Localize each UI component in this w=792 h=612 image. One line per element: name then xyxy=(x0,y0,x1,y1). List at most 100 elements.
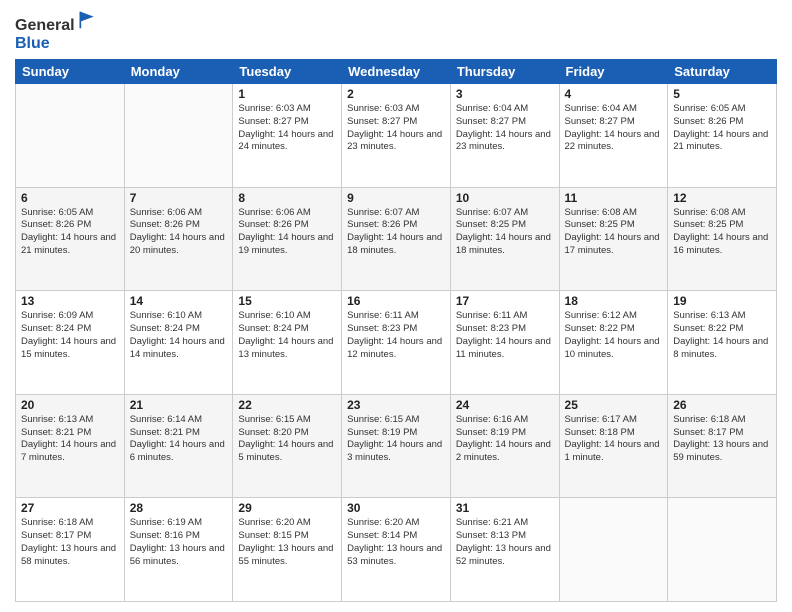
day-info: Sunrise: 6:16 AM Sunset: 8:19 PM Dayligh… xyxy=(456,414,554,465)
calendar-cell: 14Sunrise: 6:10 AM Sunset: 8:24 PM Dayli… xyxy=(124,291,233,395)
day-number: 28 xyxy=(130,501,228,515)
calendar-cell: 2 Sunrise: 6:03 AM Sunset: 8:27 PM Daylig… xyxy=(342,84,451,188)
calendar-cell: 5 Sunrise: 6:05 AM Sunset: 8:26 PM Daylig… xyxy=(668,84,777,188)
day-number: 24 xyxy=(456,398,554,412)
day-info: Sunrise: 6:11 AM Sunset: 8:23 PM Dayligh… xyxy=(347,310,445,361)
day-number: 1 xyxy=(238,87,336,101)
day-info: Sunrise: 6:05 AM Sunset: 8:26 PM Dayligh… xyxy=(21,207,119,258)
day-info: Sunrise: 6:05 AM Sunset: 8:26 PM Dayligh… xyxy=(673,103,771,154)
weekday-header-saturday: Saturday xyxy=(668,60,777,84)
day-number: 6 xyxy=(21,191,119,205)
calendar-cell: 22Sunrise: 6:15 AM Sunset: 8:20 PM Dayli… xyxy=(233,394,342,498)
day-number: 16 xyxy=(347,294,445,308)
day-number: 30 xyxy=(347,501,445,515)
day-info: Sunrise: 6:13 AM Sunset: 8:21 PM Dayligh… xyxy=(21,414,119,465)
page: General Blue SundayMondayTuesdayWednesda… xyxy=(0,0,792,612)
weekday-header-friday: Friday xyxy=(559,60,668,84)
calendar-table: SundayMondayTuesdayWednesdayThursdayFrid… xyxy=(15,59,777,602)
day-number: 9 xyxy=(347,191,445,205)
day-info: Sunrise: 6:17 AM Sunset: 8:18 PM Dayligh… xyxy=(565,414,663,465)
calendar-cell: 12Sunrise: 6:08 AM Sunset: 8:25 PM Dayli… xyxy=(668,187,777,291)
day-number: 26 xyxy=(673,398,771,412)
day-info: Sunrise: 6:06 AM Sunset: 8:26 PM Dayligh… xyxy=(238,207,336,258)
calendar-cell: 4 Sunrise: 6:04 AM Sunset: 8:27 PM Daylig… xyxy=(559,84,668,188)
day-number: 21 xyxy=(130,398,228,412)
day-number: 10 xyxy=(456,191,554,205)
day-info: Sunrise: 6:08 AM Sunset: 8:25 PM Dayligh… xyxy=(565,207,663,258)
calendar-week-row: 20 Sunrise: 6:13 AM Sunset: 8:21 PM Dayli… xyxy=(16,394,777,498)
day-info: Sunrise: 6:03 AM Sunset: 8:27 PM Dayligh… xyxy=(238,103,336,154)
calendar-cell: 27Sunrise: 6:18 AM Sunset: 8:17 PM Dayli… xyxy=(16,498,125,602)
day-info: Sunrise: 6:18 AM Sunset: 8:17 PM Dayligh… xyxy=(673,414,771,465)
calendar-week-row: 1 Sunrise: 6:03 AM Sunset: 8:27 PM Daylig… xyxy=(16,84,777,188)
logo-blue: Blue xyxy=(15,35,50,52)
day-number: 8 xyxy=(238,191,336,205)
day-number: 7 xyxy=(130,191,228,205)
calendar-cell: 25 Sunrise: 6:17 AM Sunset: 8:18 PM Dayli… xyxy=(559,394,668,498)
day-info: Sunrise: 6:06 AM Sunset: 8:26 PM Dayligh… xyxy=(130,207,228,258)
day-info: Sunrise: 6:14 AM Sunset: 8:21 PM Dayligh… xyxy=(130,414,228,465)
day-number: 2 xyxy=(347,87,445,101)
calendar-cell: 26 Sunrise: 6:18 AM Sunset: 8:17 PM Dayli… xyxy=(668,394,777,498)
calendar-cell: 23Sunrise: 6:15 AM Sunset: 8:19 PM Dayli… xyxy=(342,394,451,498)
weekday-header-sunday: Sunday xyxy=(16,60,125,84)
calendar-cell: 19 Sunrise: 6:13 AM Sunset: 8:22 PM Dayli… xyxy=(668,291,777,395)
day-info: Sunrise: 6:20 AM Sunset: 8:15 PM Dayligh… xyxy=(238,517,336,568)
day-info: Sunrise: 6:07 AM Sunset: 8:25 PM Dayligh… xyxy=(456,207,554,258)
calendar-week-row: 13 Sunrise: 6:09 AM Sunset: 8:24 PM Dayli… xyxy=(16,291,777,395)
calendar-cell: 13 Sunrise: 6:09 AM Sunset: 8:24 PM Dayli… xyxy=(16,291,125,395)
day-number: 13 xyxy=(21,294,119,308)
calendar-cell: 8 Sunrise: 6:06 AM Sunset: 8:26 PM Daylig… xyxy=(233,187,342,291)
day-number: 27 xyxy=(21,501,119,515)
calendar-cell: 29 Sunrise: 6:20 AM Sunset: 8:15 PM Dayli… xyxy=(233,498,342,602)
day-info: Sunrise: 6:21 AM Sunset: 8:13 PM Dayligh… xyxy=(456,517,554,568)
day-info: Sunrise: 6:03 AM Sunset: 8:27 PM Dayligh… xyxy=(347,103,445,154)
calendar-cell: 30Sunrise: 6:20 AM Sunset: 8:14 PM Dayli… xyxy=(342,498,451,602)
day-info: Sunrise: 6:09 AM Sunset: 8:24 PM Dayligh… xyxy=(21,310,119,361)
day-number: 31 xyxy=(456,501,554,515)
calendar-cell: 28Sunrise: 6:19 AM Sunset: 8:16 PM Dayli… xyxy=(124,498,233,602)
calendar-cell: 6 Sunrise: 6:05 AM Sunset: 8:26 PM Daylig… xyxy=(16,187,125,291)
calendar-week-row: 27Sunrise: 6:18 AM Sunset: 8:17 PM Dayli… xyxy=(16,498,777,602)
day-number: 4 xyxy=(565,87,663,101)
day-info: Sunrise: 6:04 AM Sunset: 8:27 PM Dayligh… xyxy=(565,103,663,154)
day-number: 14 xyxy=(130,294,228,308)
calendar-cell: 17 Sunrise: 6:11 AM Sunset: 8:23 PM Dayli… xyxy=(450,291,559,395)
calendar-cell: 7 Sunrise: 6:06 AM Sunset: 8:26 PM Daylig… xyxy=(124,187,233,291)
day-info: Sunrise: 6:13 AM Sunset: 8:22 PM Dayligh… xyxy=(673,310,771,361)
day-number: 29 xyxy=(238,501,336,515)
calendar-cell: 20 Sunrise: 6:13 AM Sunset: 8:21 PM Dayli… xyxy=(16,394,125,498)
header: General Blue xyxy=(15,10,777,53)
day-number: 25 xyxy=(565,398,663,412)
calendar-header-row: SundayMondayTuesdayWednesdayThursdayFrid… xyxy=(16,60,777,84)
day-info: Sunrise: 6:11 AM Sunset: 8:23 PM Dayligh… xyxy=(456,310,554,361)
logo-flag-icon xyxy=(77,10,97,30)
day-number: 3 xyxy=(456,87,554,101)
weekday-header-tuesday: Tuesday xyxy=(233,60,342,84)
day-number: 12 xyxy=(673,191,771,205)
calendar-cell xyxy=(124,84,233,188)
calendar-cell: 9Sunrise: 6:07 AM Sunset: 8:26 PM Daylig… xyxy=(342,187,451,291)
calendar-cell: 21 Sunrise: 6:14 AM Sunset: 8:21 PM Dayli… xyxy=(124,394,233,498)
calendar-cell: 1 Sunrise: 6:03 AM Sunset: 8:27 PM Daylig… xyxy=(233,84,342,188)
calendar-cell: 16 Sunrise: 6:11 AM Sunset: 8:23 PM Dayli… xyxy=(342,291,451,395)
day-number: 19 xyxy=(673,294,771,308)
day-info: Sunrise: 6:10 AM Sunset: 8:24 PM Dayligh… xyxy=(238,310,336,361)
calendar-cell xyxy=(668,498,777,602)
weekday-header-wednesday: Wednesday xyxy=(342,60,451,84)
day-info: Sunrise: 6:15 AM Sunset: 8:20 PM Dayligh… xyxy=(238,414,336,465)
day-number: 20 xyxy=(21,398,119,412)
weekday-header-monday: Monday xyxy=(124,60,233,84)
day-info: Sunrise: 6:12 AM Sunset: 8:22 PM Dayligh… xyxy=(565,310,663,361)
day-number: 23 xyxy=(347,398,445,412)
day-number: 17 xyxy=(456,294,554,308)
logo-general: General xyxy=(15,10,97,35)
calendar-cell xyxy=(16,84,125,188)
calendar-cell: 11Sunrise: 6:08 AM Sunset: 8:25 PM Dayli… xyxy=(559,187,668,291)
day-number: 5 xyxy=(673,87,771,101)
calendar-cell: 31 Sunrise: 6:21 AM Sunset: 8:13 PM Dayli… xyxy=(450,498,559,602)
calendar-cell: 3Sunrise: 6:04 AM Sunset: 8:27 PM Daylig… xyxy=(450,84,559,188)
day-number: 18 xyxy=(565,294,663,308)
weekday-header-thursday: Thursday xyxy=(450,60,559,84)
calendar-cell xyxy=(559,498,668,602)
